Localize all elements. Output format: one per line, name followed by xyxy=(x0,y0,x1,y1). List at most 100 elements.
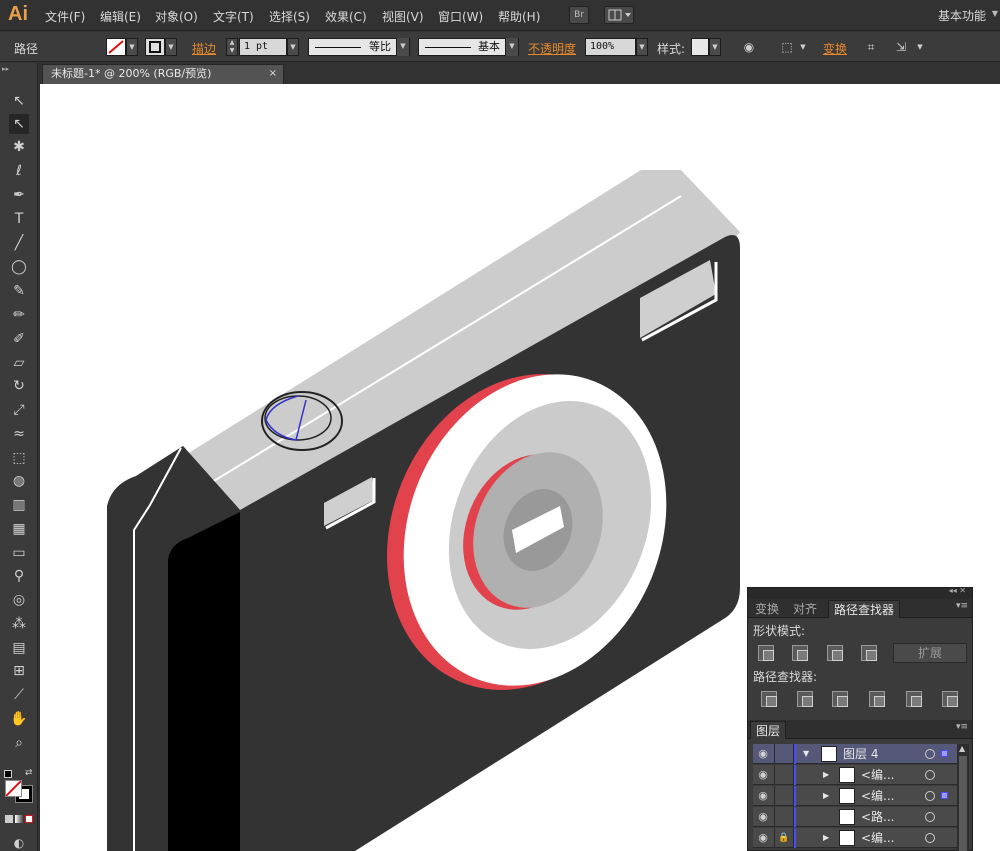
transform-label[interactable]: 变换 xyxy=(823,40,847,57)
target-circle-icon[interactable] xyxy=(925,770,935,780)
sublayer-name[interactable]: <编... xyxy=(861,765,895,785)
eraser-tool[interactable]: ▱ xyxy=(9,353,29,373)
artboard-tool[interactable]: ⊞ xyxy=(9,661,29,681)
color-mode-icon[interactable] xyxy=(5,815,13,823)
mesh-tool[interactable]: ▦ xyxy=(9,519,29,539)
menu-file[interactable]: 文件(F) xyxy=(45,8,85,25)
arrange-documents-button[interactable] xyxy=(604,6,634,24)
tab-transform[interactable]: 变换 xyxy=(750,600,784,618)
tab-align[interactable]: 对齐 xyxy=(788,600,822,618)
sublayer-row[interactable]: ◉ 🔒 ▶ <编... xyxy=(753,828,959,848)
visibility-eye-icon[interactable]: ◉ xyxy=(756,768,770,782)
unite-button[interactable] xyxy=(758,645,774,661)
stroke-dropdown[interactable]: ▼ xyxy=(165,38,177,56)
graph-tool[interactable]: ▥ xyxy=(9,495,29,515)
expand-triangle-icon[interactable]: ▶ xyxy=(823,828,829,848)
toolbox-grip-icon[interactable]: ▸▸ xyxy=(2,65,32,73)
rotate-tool[interactable]: ↻ xyxy=(9,376,29,396)
menu-edit[interactable]: 编辑(E) xyxy=(100,8,141,25)
magic-wand-tool[interactable]: ✱ xyxy=(9,137,29,157)
sublayer-name[interactable]: <路... xyxy=(861,807,895,827)
graphic-style-swatch[interactable] xyxy=(691,38,709,56)
align-to-icon[interactable]: ⬚ xyxy=(779,39,795,55)
sublayer-name[interactable]: <编... xyxy=(861,786,895,806)
lock-toggle[interactable] xyxy=(774,744,794,764)
scrollbar-thumb[interactable] xyxy=(959,756,967,851)
gradient-tool[interactable]: ▭ xyxy=(9,543,29,563)
layers-scrollbar[interactable]: ▲ xyxy=(957,744,969,851)
opacity-input[interactable]: 100% xyxy=(585,38,636,56)
fill-stroke-swatches[interactable]: ⇄ xyxy=(4,768,34,804)
close-icon[interactable]: × xyxy=(269,65,277,83)
blob-brush-tool[interactable]: ✐ xyxy=(9,329,29,349)
sublayer-row[interactable]: ◉ <路... xyxy=(753,807,959,827)
sublayer-row[interactable]: ◉ ▶ <编... xyxy=(753,765,959,785)
fill-dropdown[interactable]: ▼ xyxy=(126,38,138,56)
brush-definition[interactable]: 基本 ▼ xyxy=(418,38,519,56)
expand-triangle-icon[interactable]: ▶ xyxy=(823,765,829,785)
selection-tool[interactable]: ↖ xyxy=(9,91,29,111)
visibility-eye-icon[interactable]: ◉ xyxy=(756,747,770,761)
document-tab[interactable]: 未标题-1* @ 200% (RGB/预览) × xyxy=(42,64,284,84)
opacity-label[interactable]: 不透明度 xyxy=(528,40,576,57)
column-graph-tool[interactable]: ▤ xyxy=(9,638,29,658)
free-transform-tool[interactable]: ⬚ xyxy=(9,448,29,468)
minus-back-button[interactable] xyxy=(942,691,958,707)
menu-effect[interactable]: 效果(C) xyxy=(325,8,367,25)
menu-view[interactable]: 视图(V) xyxy=(382,8,424,25)
ellipse-tool[interactable]: ◯ xyxy=(9,257,29,277)
shape-builder-tool[interactable]: ◍ xyxy=(9,471,29,491)
chevron-down-icon[interactable]: ▼ xyxy=(912,39,928,55)
lock-toggle[interactable] xyxy=(774,807,794,827)
menu-help[interactable]: 帮助(H) xyxy=(498,8,540,25)
hand-tool[interactable]: ✋ xyxy=(9,709,29,729)
target-circle-icon[interactable] xyxy=(925,812,935,822)
variable-width-profile[interactable]: 等比 ▼ xyxy=(308,38,410,56)
menu-type[interactable]: 文字(T) xyxy=(213,8,254,25)
chevron-down-icon[interactable]: ▼ xyxy=(795,39,811,55)
stroke-swatch[interactable] xyxy=(145,38,165,56)
graphic-style-dropdown[interactable]: ▼ xyxy=(709,38,721,56)
tab-pathfinder[interactable]: 路径查找器 xyxy=(828,600,901,618)
pencil-tool[interactable]: ✏ xyxy=(9,305,29,325)
tab-layers[interactable]: 图层 xyxy=(750,721,787,739)
drawing-modes-icon[interactable]: ◐ xyxy=(9,833,29,851)
stroke-weight-dropdown[interactable]: ▼ xyxy=(287,38,299,56)
lock-toggle[interactable] xyxy=(774,786,794,806)
expand-triangle-icon[interactable]: ▼ xyxy=(803,744,809,764)
trim-button[interactable] xyxy=(797,691,813,707)
divide-button[interactable] xyxy=(761,691,777,707)
blend-tool[interactable]: ◎ xyxy=(9,590,29,610)
lock-icon[interactable]: 🔒 xyxy=(774,828,794,848)
gradient-mode-icon[interactable] xyxy=(15,815,23,823)
visibility-eye-icon[interactable]: ◉ xyxy=(756,810,770,824)
paintbrush-tool[interactable]: ✎ xyxy=(9,281,29,301)
stroke-weight-input[interactable]: 1 pt xyxy=(239,38,287,56)
layer-row[interactable]: ◉ ▼ 图层 4 xyxy=(753,744,959,764)
fill-swatch[interactable] xyxy=(106,38,126,56)
opacity-dropdown[interactable]: ▼ xyxy=(636,38,648,56)
isolate-icon[interactable]: ⌗ xyxy=(863,39,879,55)
bridge-button[interactable]: Br xyxy=(569,6,589,24)
expand-triangle-icon[interactable]: ▶ xyxy=(823,786,829,806)
zoom-tool[interactable]: ⌕ xyxy=(9,733,29,753)
pen-tool[interactable]: ✒ xyxy=(9,185,29,205)
scale-tool[interactable]: ⤢ xyxy=(9,400,29,420)
outline-button[interactable] xyxy=(906,691,922,707)
layer-name[interactable]: 图层 4 xyxy=(843,744,878,764)
target-circle-icon[interactable] xyxy=(925,791,935,801)
workspace-switcher[interactable]: 基本功能 xyxy=(938,7,986,24)
lasso-tool[interactable]: ℓ xyxy=(9,161,29,181)
sublayer-row[interactable]: ◉ ▶ <编... xyxy=(753,786,959,806)
slice-tool[interactable]: ⟋ xyxy=(9,685,29,705)
panel-collapse-bar[interactable]: ◂◂ ✕ xyxy=(748,586,972,599)
line-tool[interactable]: ╱ xyxy=(9,233,29,253)
visibility-eye-icon[interactable]: ◉ xyxy=(756,789,770,803)
crop-button[interactable] xyxy=(869,691,885,707)
default-colors-icon[interactable] xyxy=(4,770,12,778)
eyedropper-tool[interactable]: ⚲ xyxy=(9,566,29,586)
menu-window[interactable]: 窗口(W) xyxy=(438,8,483,25)
stroke-weight-stepper[interactable]: ▲ ▼ xyxy=(226,38,238,56)
selection-indicator[interactable] xyxy=(941,792,948,799)
direct-selection-tool[interactable]: ↖ xyxy=(9,114,29,134)
